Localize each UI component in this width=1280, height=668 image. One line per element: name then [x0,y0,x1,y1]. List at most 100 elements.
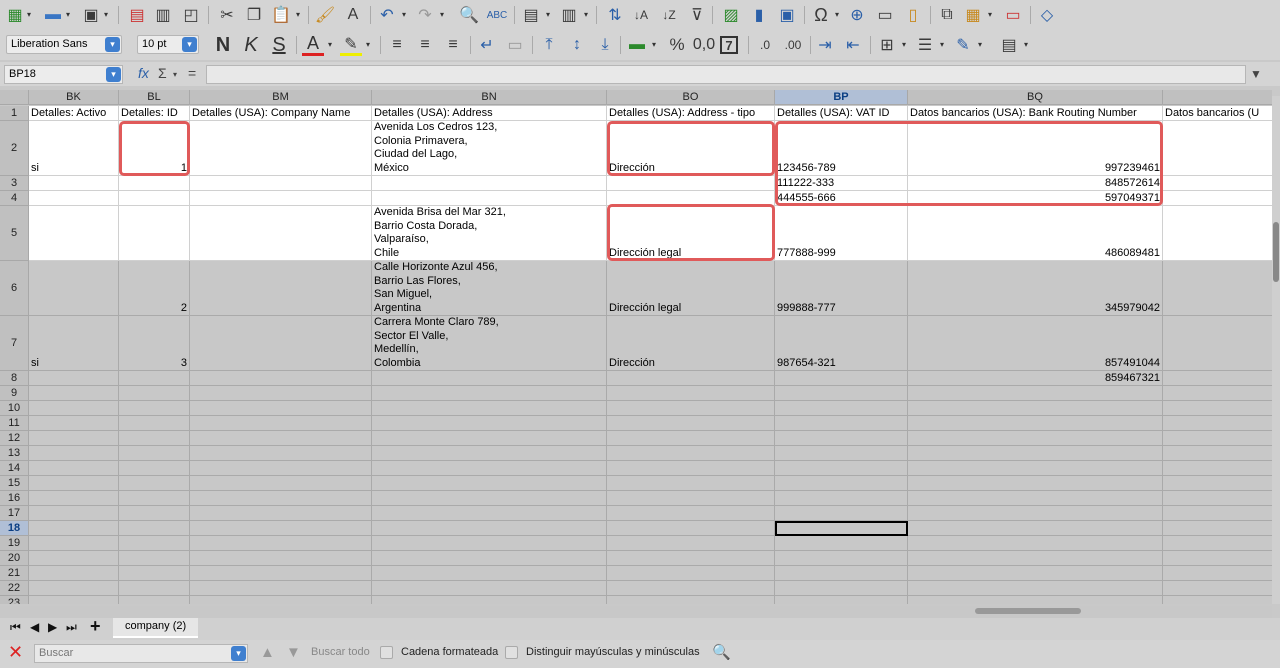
print-icon[interactable]: ▥ [152,4,174,26]
match-case-checkbox[interactable] [505,646,518,659]
column-header[interactable] [1163,90,1272,105]
row-header[interactable]: 2 [0,121,29,176]
grid-cell[interactable] [29,596,119,604]
sort-ascending-icon[interactable]: ↓A [630,4,652,26]
border-color-dropdown-icon[interactable]: ▾ [978,40,986,49]
font-name-combo[interactable]: Liberation Sans ▾ [6,35,122,54]
paste-dropdown-icon[interactable]: ▾ [296,10,304,19]
grid-cell[interactable] [190,476,372,491]
grid-cell[interactable] [607,446,775,461]
grid-cell[interactable] [1163,596,1272,604]
grid-cell[interactable] [607,176,775,191]
grid-cell[interactable] [119,401,190,416]
grid-cell[interactable] [119,191,190,206]
spelling-icon[interactable]: ABC [486,4,508,26]
save-dropdown-icon[interactable]: ▾ [104,10,112,19]
grid-cell[interactable] [372,596,607,604]
grid-cell[interactable] [119,476,190,491]
grid-cell[interactable] [1163,431,1272,446]
clone-formatting-icon[interactable]: 🖌 [314,4,336,26]
column-header[interactable]: BO [607,90,775,105]
font-color-dropdown-icon[interactable]: ▾ [328,40,336,49]
previous-sheet-icon[interactable]: ◀ [30,620,39,634]
grid-cell[interactable] [190,551,372,566]
expand-formula-icon[interactable]: ▼ [1250,67,1262,81]
clear-formatting-icon[interactable]: A [342,4,364,26]
grid-cell[interactable]: 987654-321 [775,316,908,371]
grid-cell[interactable] [29,551,119,566]
grid-cell[interactable] [372,416,607,431]
grid-cell[interactable]: 111222-333 [775,176,908,191]
grid-cell[interactable] [775,491,908,506]
row-header[interactable]: 22 [0,581,29,596]
grid-cell[interactable] [29,566,119,581]
horizontal-scrollbar[interactable] [0,606,1272,618]
grid-cell[interactable]: 3 [119,316,190,371]
freeze-rows-icon[interactable]: ▦ [962,4,984,26]
align-right-icon[interactable]: ≡ [442,34,464,56]
grid-cell[interactable] [372,386,607,401]
grid-cell[interactable] [372,176,607,191]
grid-cell[interactable] [1163,371,1272,386]
grid-cell[interactable] [1163,416,1272,431]
define-print-area-icon[interactable]: ⧉ [936,4,958,26]
sort-descending-icon[interactable]: ↓Z [658,4,680,26]
grid-cell[interactable] [119,416,190,431]
autofilter-icon[interactable]: ⊽ [686,4,708,26]
column-header[interactable]: BQ [908,90,1163,105]
sort-icon[interactable]: ⇅ [604,4,626,26]
add-decimal-icon[interactable]: .0 [754,34,776,56]
grid-cell[interactable] [29,581,119,596]
sum-icon[interactable]: Σ [158,65,167,81]
grid-cell[interactable] [119,431,190,446]
grid-cell[interactable]: Datos bancarios (U [1163,106,1272,121]
delete-decimal-icon[interactable]: .00 [782,34,804,56]
grid-cell[interactable] [190,206,372,261]
grid-cell[interactable] [908,401,1163,416]
header-footer-icon[interactable]: ▯ [902,4,924,26]
grid-cell[interactable] [908,551,1163,566]
decrease-indent-icon[interactable]: ⇤ [842,34,864,56]
grid-cell[interactable] [29,206,119,261]
grid-cell[interactable] [190,566,372,581]
row-header[interactable]: 16 [0,491,29,506]
underline-button[interactable]: S [268,34,290,56]
grid-cell[interactable] [908,521,1163,536]
grid-cell[interactable] [775,461,908,476]
grid-cell[interactable] [908,431,1163,446]
new-dropdown-icon[interactable]: ▾ [27,10,35,19]
row-header[interactable]: 1 [0,106,29,121]
row-header[interactable]: 9 [0,386,29,401]
vertical-scroll-thumb[interactable] [1273,222,1279,282]
grid-cell[interactable]: si [29,316,119,371]
row-header[interactable]: 15 [0,476,29,491]
percent-format-button[interactable]: % [666,34,688,56]
grid-cell[interactable] [607,191,775,206]
grid-cell[interactable]: 848572614 [908,176,1163,191]
find-input[interactable]: Buscar ▾ [34,644,248,663]
grid-cell[interactable] [775,581,908,596]
grid-cell[interactable]: Detalles (USA): Address [372,106,607,121]
grid-cell[interactable] [190,461,372,476]
grid-cell[interactable] [1163,191,1272,206]
grid-cell[interactable]: 345979042 [908,261,1163,316]
column-header[interactable]: BP [775,90,908,105]
grid-cell[interactable] [908,491,1163,506]
increase-indent-icon[interactable]: ⇥ [814,34,836,56]
highlight-icon[interactable]: ✎ [340,34,362,56]
grid-cell[interactable] [1163,401,1272,416]
chevron-down-icon[interactable]: ▾ [106,67,121,82]
italic-button[interactable]: K [240,34,262,56]
column-header[interactable]: BK [29,90,119,105]
row-dropdown-icon[interactable]: ▾ [546,10,554,19]
grid-cell[interactable] [190,536,372,551]
find-previous-icon[interactable]: ▲ [260,644,275,661]
grid-cell[interactable] [1163,446,1272,461]
grid-cell[interactable] [29,446,119,461]
split-window-icon[interactable]: ▭ [1002,4,1024,26]
grid-cell[interactable] [607,551,775,566]
grid-cell[interactable]: Calle Horizonte Azul 456, Barrio Las Flo… [372,261,607,316]
find-replace-icon[interactable]: 🔍 [458,4,480,26]
grid-cell[interactable] [119,386,190,401]
grid-cell[interactable]: 123456-789 [775,121,908,176]
